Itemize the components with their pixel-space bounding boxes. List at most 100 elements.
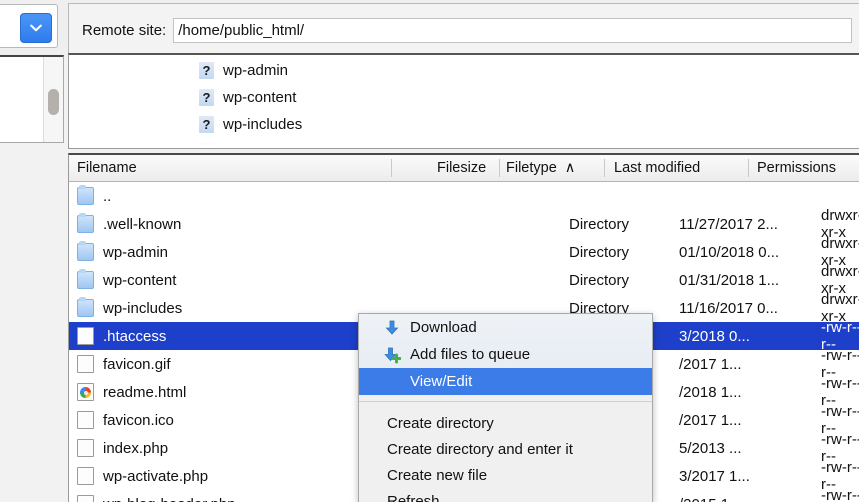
context-menu-bottom-group: Create directory Create directory and en… <box>359 410 652 502</box>
table-row[interactable]: .well-known Directory 11/27/2017 2... dr… <box>69 207 859 241</box>
file-name-label: wp-blog-header.php <box>103 496 236 502</box>
file-name-cell: wp-admin <box>77 241 169 261</box>
file-modified-cell: 5/2013 ... <box>679 439 742 457</box>
view-edit-icon <box>383 373 401 391</box>
column-header-filetype[interactable]: Filetype ∧ <box>506 155 575 181</box>
file-name-cell: .. <box>77 185 112 205</box>
context-menu-item-create-new-file[interactable]: Create new file <box>359 462 652 488</box>
context-menu-item-create-directory[interactable]: Create directory <box>359 410 652 436</box>
context-menu-item-add-files-to-queue[interactable]: Add files to queue <box>359 341 652 368</box>
file-modified-cell: /2018 1... <box>679 383 742 401</box>
table-row[interactable]: wp-content Directory 01/31/2018 1... drw… <box>69 263 859 297</box>
tree-item-wp-admin[interactable]: ? wp-admin <box>199 57 288 84</box>
file-name-label: readme.html <box>103 383 187 401</box>
context-menu[interactable]: Download Add files to queue View/Edit Cr… <box>358 313 653 502</box>
dropdown-button[interactable] <box>20 13 52 43</box>
context-menu-item-label: Create directory <box>387 414 494 432</box>
context-menu-item-view-edit[interactable]: View/Edit <box>359 368 652 395</box>
context-menu-item-label: Refresh <box>387 492 440 502</box>
column-separator[interactable] <box>604 159 605 177</box>
question-mark-icon: ? <box>199 116 214 133</box>
remote-site-input[interactable]: /home/public_html/ <box>173 18 852 43</box>
file-name-label: .well-known <box>103 215 182 233</box>
context-menu-separator <box>359 401 652 402</box>
file-type-cell: Directory <box>569 271 630 289</box>
table-row[interactable]: wp-admin Directory 01/10/2018 0... drwxr… <box>69 235 859 269</box>
folder-icon <box>77 241 94 261</box>
file-name-label: favicon.gif <box>103 355 171 373</box>
column-header-filename[interactable]: Filename <box>77 155 137 181</box>
file-name-label: wp-admin <box>103 243 169 261</box>
tree-bottom-fade <box>69 138 859 148</box>
file-modified-cell: 11/27/2017 2... <box>679 215 778 233</box>
file-modified-cell: /2017 1... <box>679 411 742 429</box>
context-menu-item-label: Add files to queue <box>410 346 531 363</box>
file-modified-cell: 01/31/2018 1... <box>679 271 780 289</box>
remote-site-label: Remote site: <box>82 22 167 39</box>
file-modified-cell: /2017 1... <box>679 355 742 373</box>
context-menu-item-download[interactable]: Download <box>359 314 652 341</box>
local-site-combo-box[interactable] <box>0 4 58 48</box>
tree-item-wp-content[interactable]: ? wp-content <box>199 84 296 111</box>
file-type-cell: Directory <box>569 215 630 233</box>
file-name-cell: wp-content <box>77 269 177 289</box>
file-type-cell: Directory <box>569 243 630 261</box>
context-menu-item-label: View/Edit <box>410 373 473 390</box>
file-name-cell: .htaccess <box>77 327 166 345</box>
file-icon <box>77 439 94 457</box>
remote-directory-tree[interactable]: ? wp-admin ? wp-content ? wp-includes ? <box>68 53 859 149</box>
file-name-label: .htaccess <box>103 327 167 345</box>
file-icon <box>77 355 94 373</box>
filezilla-window: Remote site: /home/public_html/ ? wp-adm… <box>0 0 859 502</box>
file-icon <box>77 467 94 485</box>
file-list-header: Filename Filesize Filetype ∧ Last modifi… <box>69 155 859 182</box>
context-menu-item-create-directory-and-enter[interactable]: Create directory and enter it <box>359 436 652 462</box>
file-name-cell: wp-includes <box>77 297 183 317</box>
file-modified-cell: 3/2017 1... <box>679 467 750 485</box>
scrollbar-thumb[interactable] <box>48 89 59 115</box>
tree-item-label: wp-content <box>223 89 297 106</box>
local-tree-panel <box>0 55 64 143</box>
folder-icon <box>77 269 94 289</box>
file-icon <box>77 411 94 429</box>
file-name-cell: wp-activate.php <box>77 467 208 485</box>
table-row[interactable]: .. <box>69 182 859 210</box>
context-menu-item-refresh[interactable]: Refresh <box>359 488 652 502</box>
file-permissions-cell: -rw-r--r-- <box>821 487 859 502</box>
column-header-last-modified[interactable]: Last modified <box>614 155 700 181</box>
column-separator[interactable] <box>748 159 749 177</box>
folder-icon <box>77 213 94 233</box>
add-to-queue-icon <box>383 346 402 364</box>
top-toolbar-strip: Remote site: /home/public_html/ <box>0 0 859 58</box>
column-header-filesize[interactable]: Filesize <box>437 155 486 181</box>
file-name-label: favicon.ico <box>103 411 174 429</box>
tree-item-label: wp-includes <box>223 116 303 133</box>
file-name-cell: readme.html <box>77 383 186 401</box>
context-menu-item-label: Download <box>410 319 477 336</box>
file-name-label: wp-includes <box>103 299 183 317</box>
local-tree-scrollbar[interactable] <box>43 57 63 142</box>
file-modified-cell: /2015 1 <box>679 496 729 502</box>
column-separator[interactable] <box>391 159 392 177</box>
column-header-permissions[interactable]: Permissions <box>757 155 836 181</box>
sort-ascending-icon: ∧ <box>564 160 576 176</box>
file-name-label: wp-content <box>103 271 177 289</box>
file-icon <box>77 327 94 345</box>
download-arrow-icon <box>383 319 401 337</box>
folder-icon <box>77 297 94 317</box>
file-name-cell: wp-blog-header.php <box>77 495 236 502</box>
file-modified-cell: 11/16/2017 0... <box>679 299 778 317</box>
file-modified-cell: 01/10/2018 0... <box>679 243 780 261</box>
file-modified-cell: 3/2018 0... <box>679 327 750 345</box>
context-menu-item-label: Create new file <box>387 466 488 484</box>
column-separator[interactable] <box>499 159 500 177</box>
tree-item-wp-includes[interactable]: ? wp-includes <box>199 111 302 138</box>
folder-icon <box>77 185 94 205</box>
remote-site-row: Remote site: /home/public_html/ <box>82 18 852 43</box>
question-mark-icon: ? <box>199 89 214 106</box>
chevron-down-icon <box>30 24 42 32</box>
tree-item-label: wp-admin <box>223 62 289 79</box>
file-name-cell: favicon.gif <box>77 355 171 373</box>
file-name-label: .. <box>103 187 112 205</box>
file-name-cell: favicon.ico <box>77 411 174 429</box>
